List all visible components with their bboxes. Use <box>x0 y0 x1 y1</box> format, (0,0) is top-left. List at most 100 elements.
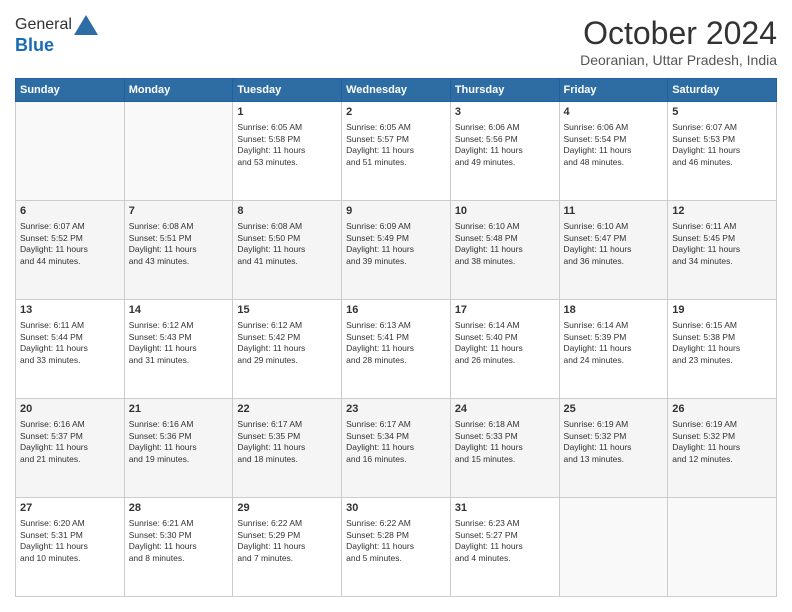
calendar-cell: 25 Sunrise: 6:19 AMSunset: 5:32 PMDayligh… <box>559 399 668 498</box>
day-number: 2 <box>346 105 446 120</box>
calendar-cell: 4 Sunrise: 6:06 AMSunset: 5:54 PMDaylight… <box>559 102 668 201</box>
day-number: 28 <box>129 501 229 516</box>
cell-text: Sunrise: 6:23 AMSunset: 5:27 PMDaylight:… <box>455 518 555 564</box>
day-number: 27 <box>20 501 120 516</box>
calendar-week-5: 27 Sunrise: 6:20 AMSunset: 5:31 PMDayligh… <box>16 498 777 597</box>
cell-text: Sunrise: 6:13 AMSunset: 5:41 PMDaylight:… <box>346 320 446 366</box>
title-block: October 2024 Deoranian, Uttar Pradesh, I… <box>580 15 777 68</box>
cell-text: Sunrise: 6:22 AMSunset: 5:29 PMDaylight:… <box>237 518 337 564</box>
calendar-cell: 7 Sunrise: 6:08 AMSunset: 5:51 PMDaylight… <box>124 201 233 300</box>
cell-text: Sunrise: 6:17 AMSunset: 5:35 PMDaylight:… <box>237 419 337 465</box>
cell-text: Sunrise: 6:06 AMSunset: 5:54 PMDaylight:… <box>564 122 664 168</box>
day-number: 26 <box>672 402 772 417</box>
calendar-cell: 18 Sunrise: 6:14 AMSunset: 5:39 PMDayligh… <box>559 300 668 399</box>
month-title: October 2024 <box>580 15 777 52</box>
cell-text: Sunrise: 6:18 AMSunset: 5:33 PMDaylight:… <box>455 419 555 465</box>
calendar-cell: 5Sunrise: 6:07 AMSunset: 5:53 PMDaylight… <box>668 102 777 201</box>
cell-text: Sunrise: 6:14 AMSunset: 5:40 PMDaylight:… <box>455 320 555 366</box>
cell-text: Sunrise: 6:11 AMSunset: 5:45 PMDaylight:… <box>672 221 772 267</box>
cell-text: Sunrise: 6:05 AMSunset: 5:58 PMDaylight:… <box>237 122 337 168</box>
calendar-cell: 30Sunrise: 6:22 AMSunset: 5:28 PMDayligh… <box>342 498 451 597</box>
cell-text: Sunrise: 6:06 AMSunset: 5:56 PMDaylight:… <box>455 122 555 168</box>
calendar-cell: 11 Sunrise: 6:10 AMSunset: 5:47 PMDayligh… <box>559 201 668 300</box>
cell-text: Sunrise: 6:07 AMSunset: 5:52 PMDaylight:… <box>20 221 120 267</box>
cell-text: Sunrise: 6:21 AMSunset: 5:30 PMDaylight:… <box>129 518 229 564</box>
calendar-cell <box>124 102 233 201</box>
calendar-cell: 27 Sunrise: 6:20 AMSunset: 5:31 PMDayligh… <box>16 498 125 597</box>
weekday-header-friday: Friday <box>559 79 668 102</box>
calendar-cell: 23Sunrise: 6:17 AMSunset: 5:34 PMDayligh… <box>342 399 451 498</box>
day-number: 30 <box>346 501 446 516</box>
calendar-week-4: 20Sunrise: 6:16 AMSunset: 5:37 PMDayligh… <box>16 399 777 498</box>
calendar-cell: 10 Sunrise: 6:10 AMSunset: 5:48 PMDayligh… <box>450 201 559 300</box>
cell-text: Sunrise: 6:19 AMSunset: 5:32 PMDaylight:… <box>564 419 664 465</box>
weekday-header-tuesday: Tuesday <box>233 79 342 102</box>
day-number: 7 <box>129 204 229 219</box>
calendar-week-3: 13 Sunrise: 6:11 AMSunset: 5:44 PMDayligh… <box>16 300 777 399</box>
calendar-week-2: 6 Sunrise: 6:07 AMSunset: 5:52 PMDaylight… <box>16 201 777 300</box>
day-number: 4 <box>564 105 664 120</box>
cell-text: Sunrise: 6:08 AMSunset: 5:51 PMDaylight:… <box>129 221 229 267</box>
cell-text: Sunrise: 6:07 AMSunset: 5:53 PMDaylight:… <box>672 122 772 168</box>
cell-text: Sunrise: 6:15 AMSunset: 5:38 PMDaylight:… <box>672 320 772 366</box>
calendar-cell: 19 Sunrise: 6:15 AMSunset: 5:38 PMDayligh… <box>668 300 777 399</box>
day-number: 1 <box>237 105 337 120</box>
weekday-header-saturday: Saturday <box>668 79 777 102</box>
day-number: 8 <box>237 204 337 219</box>
logo: General Blue <box>15 15 98 56</box>
day-number: 10 <box>455 204 555 219</box>
cell-text: Sunrise: 6:20 AMSunset: 5:31 PMDaylight:… <box>20 518 120 564</box>
cell-text: Sunrise: 6:08 AMSunset: 5:50 PMDaylight:… <box>237 221 337 267</box>
calendar-cell: 2 Sunrise: 6:05 AMSunset: 5:57 PMDaylight… <box>342 102 451 201</box>
calendar-cell: 16 Sunrise: 6:13 AMSunset: 5:41 PMDayligh… <box>342 300 451 399</box>
day-number: 15 <box>237 303 337 318</box>
cell-text: Sunrise: 6:05 AMSunset: 5:57 PMDaylight:… <box>346 122 446 168</box>
day-number: 16 <box>346 303 446 318</box>
calendar-cell: 28 Sunrise: 6:21 AMSunset: 5:30 PMDayligh… <box>124 498 233 597</box>
calendar-cell: 21Sunrise: 6:16 AMSunset: 5:36 PMDayligh… <box>124 399 233 498</box>
day-number: 6 <box>20 204 120 219</box>
header: General Blue October 2024 Deoranian, Utt… <box>15 15 777 68</box>
day-number: 12 <box>672 204 772 219</box>
cell-text: Sunrise: 6:10 AMSunset: 5:48 PMDaylight:… <box>455 221 555 267</box>
weekday-header-wednesday: Wednesday <box>342 79 451 102</box>
day-number: 31 <box>455 501 555 516</box>
calendar-cell: 12 Sunrise: 6:11 AMSunset: 5:45 PMDayligh… <box>668 201 777 300</box>
calendar-cell: 15 Sunrise: 6:12 AMSunset: 5:42 PMDayligh… <box>233 300 342 399</box>
day-number: 3 <box>455 105 555 120</box>
cell-text: Sunrise: 6:11 AMSunset: 5:44 PMDaylight:… <box>20 320 120 366</box>
calendar-cell: 29 Sunrise: 6:22 AMSunset: 5:29 PMDayligh… <box>233 498 342 597</box>
cell-text: Sunrise: 6:14 AMSunset: 5:39 PMDaylight:… <box>564 320 664 366</box>
cell-text: Sunrise: 6:12 AMSunset: 5:42 PMDaylight:… <box>237 320 337 366</box>
day-number: 13 <box>20 303 120 318</box>
day-number: 18 <box>564 303 664 318</box>
logo-general-text: General <box>15 16 72 34</box>
cell-text: Sunrise: 6:12 AMSunset: 5:43 PMDaylight:… <box>129 320 229 366</box>
calendar-cell: 17Sunrise: 6:14 AMSunset: 5:40 PMDayligh… <box>450 300 559 399</box>
logo-icon <box>74 15 98 35</box>
calendar-cell: 22 Sunrise: 6:17 AMSunset: 5:35 PMDayligh… <box>233 399 342 498</box>
day-number: 19 <box>672 303 772 318</box>
calendar-cell <box>16 102 125 201</box>
cell-text: Sunrise: 6:16 AMSunset: 5:37 PMDaylight:… <box>20 419 120 465</box>
day-number: 22 <box>237 402 337 417</box>
cell-text: Sunrise: 6:19 AMSunset: 5:32 PMDaylight:… <box>672 419 772 465</box>
calendar-cell: 8 Sunrise: 6:08 AMSunset: 5:50 PMDaylight… <box>233 201 342 300</box>
day-number: 14 <box>129 303 229 318</box>
weekday-header-sunday: Sunday <box>16 79 125 102</box>
page: General Blue October 2024 Deoranian, Utt… <box>0 0 792 612</box>
day-number: 23 <box>346 402 446 417</box>
day-number: 11 <box>564 204 664 219</box>
day-number: 29 <box>237 501 337 516</box>
day-number: 25 <box>564 402 664 417</box>
calendar-cell: 13 Sunrise: 6:11 AMSunset: 5:44 PMDayligh… <box>16 300 125 399</box>
calendar-cell: 1 Sunrise: 6:05 AMSunset: 5:58 PMDaylight… <box>233 102 342 201</box>
cell-text: Sunrise: 6:10 AMSunset: 5:47 PMDaylight:… <box>564 221 664 267</box>
calendar-cell: 31 Sunrise: 6:23 AMSunset: 5:27 PMDayligh… <box>450 498 559 597</box>
calendar-cell: 14 Sunrise: 6:12 AMSunset: 5:43 PMDayligh… <box>124 300 233 399</box>
calendar-cell: 3 Sunrise: 6:06 AMSunset: 5:56 PMDaylight… <box>450 102 559 201</box>
calendar-cell <box>668 498 777 597</box>
day-number: 21 <box>129 402 229 417</box>
calendar-cell: 26 Sunrise: 6:19 AMSunset: 5:32 PMDayligh… <box>668 399 777 498</box>
day-number: 24 <box>455 402 555 417</box>
